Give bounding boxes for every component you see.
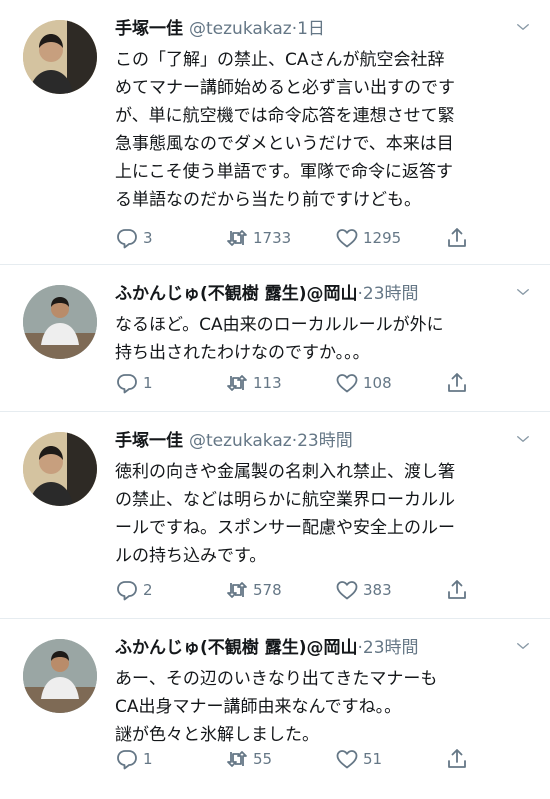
- tweet[interactable]: ふかんじゅ(不観樹 露生)@岡山 · 23時間 なるほど。CA由来のローカルルー…: [0, 265, 550, 412]
- retweet-icon: [225, 371, 249, 395]
- retweet-icon: [225, 578, 249, 602]
- avatar-image: [23, 20, 97, 94]
- avatar[interactable]: [23, 432, 97, 506]
- avatar[interactable]: [23, 285, 97, 359]
- share-icon: [445, 371, 469, 395]
- like-count: 108: [363, 374, 392, 392]
- like-count: 1295: [363, 229, 402, 247]
- author-name[interactable]: ふかんじゅ(不観樹 露生)@岡山: [115, 279, 357, 304]
- reply-icon: [115, 747, 139, 771]
- reply-count: 3: [143, 229, 153, 247]
- tweet-text: あー、その辺のいきなり出てきたマナーも CA出身マナー講師由来なんですね。。 謎…: [115, 669, 438, 745]
- like-button[interactable]: 51: [335, 747, 445, 771]
- heart-icon: [335, 578, 359, 602]
- retweet-button[interactable]: 55: [225, 747, 335, 771]
- like-button[interactable]: 1295: [335, 226, 445, 250]
- tweet[interactable]: 手塚一佳 @tezukakaz · 1日 この「了解」の禁止、CAさんが航空会社…: [0, 0, 550, 265]
- reply-button[interactable]: 2: [115, 578, 225, 602]
- reply-button[interactable]: 1: [115, 371, 225, 395]
- author-name[interactable]: ふかんじゅ(不観樹 露生)@岡山: [115, 633, 357, 658]
- reply-icon: [115, 226, 139, 250]
- tweet-header: ふかんじゅ(不観樹 露生)@岡山 · 23時間: [115, 279, 532, 309]
- share-button[interactable]: [445, 226, 485, 250]
- like-count: 51: [363, 750, 383, 768]
- avatar[interactable]: [23, 639, 97, 713]
- chevron-down-icon[interactable]: [514, 430, 532, 448]
- retweet-button[interactable]: 113: [225, 371, 335, 395]
- reply-count: 1: [143, 750, 153, 768]
- reply-count: 2: [143, 581, 153, 599]
- avatar[interactable]: [23, 20, 97, 94]
- tweet-text: この「了解」の禁止、CAさんが航空会社辞 めてマナー講師始めると必ず言い出すので…: [115, 50, 455, 210]
- tweet-actions: 1 113 108: [115, 371, 515, 395]
- tweet-header: 手塚一佳 @tezukakaz · 23時間: [115, 426, 532, 456]
- reply-button[interactable]: 3: [115, 226, 225, 250]
- share-icon: [445, 747, 469, 771]
- author-handle[interactable]: @tezukakaz: [189, 19, 292, 39]
- tweet[interactable]: 手塚一佳 @tezukakaz · 23時間 徳利の向きや金属製の名刺入れ禁止、…: [0, 412, 550, 619]
- avatar-image: [23, 285, 97, 359]
- tweet-header: 手塚一佳 @tezukakaz · 1日: [115, 14, 532, 44]
- retweet-button[interactable]: 578: [225, 578, 335, 602]
- retweet-icon: [225, 226, 249, 250]
- heart-icon: [335, 747, 359, 771]
- share-icon: [445, 578, 469, 602]
- avatar-image: [23, 639, 97, 713]
- retweet-count: 578: [253, 581, 282, 599]
- retweet-icon: [225, 747, 249, 771]
- tweet-text: 徳利の向きや金属製の名刺入れ禁止、渡し箸 の禁止、などは明らかに航空業界ローカル…: [115, 462, 455, 566]
- like-button[interactable]: 383: [335, 578, 445, 602]
- tweet-actions: 3 1733 1295: [115, 226, 515, 250]
- avatar-image: [23, 432, 97, 506]
- retweet-count: 113: [253, 374, 282, 392]
- tweet-text: なるほど。CA由来のローカルルールが外に 持ち出されたわけなのですか。。。: [115, 315, 444, 363]
- timestamp[interactable]: 23時間: [297, 426, 353, 451]
- retweet-button[interactable]: 1733: [225, 226, 335, 250]
- share-button[interactable]: [445, 578, 485, 602]
- chevron-down-icon[interactable]: [514, 283, 532, 301]
- like-count: 383: [363, 581, 392, 599]
- tweet-header: ふかんじゅ(不観樹 露生)@岡山 · 23時間: [115, 633, 532, 663]
- author-name[interactable]: 手塚一佳: [115, 426, 183, 451]
- timestamp[interactable]: 23時間: [363, 279, 419, 304]
- author-name[interactable]: 手塚一佳: [115, 14, 183, 39]
- chevron-down-icon[interactable]: [514, 18, 532, 36]
- author-handle[interactable]: @tezukakaz: [189, 431, 292, 451]
- reply-button[interactable]: 1: [115, 747, 225, 771]
- heart-icon: [335, 226, 359, 250]
- reply-icon: [115, 371, 139, 395]
- tweet-actions: 2 578 383: [115, 578, 515, 602]
- share-icon: [445, 226, 469, 250]
- share-button[interactable]: [445, 371, 485, 395]
- timestamp[interactable]: 1日: [297, 14, 325, 39]
- retweet-count: 55: [253, 750, 273, 768]
- chevron-down-icon[interactable]: [514, 637, 532, 655]
- share-button[interactable]: [445, 747, 485, 771]
- like-button[interactable]: 108: [335, 371, 445, 395]
- tweet-actions: 1 55 51: [115, 747, 515, 771]
- reply-count: 1: [143, 374, 153, 392]
- retweet-count: 1733: [253, 229, 292, 247]
- timestamp[interactable]: 23時間: [363, 633, 419, 658]
- tweet[interactable]: ふかんじゅ(不観樹 露生)@岡山 · 23時間 あー、その辺のいきなり出てきたマ…: [0, 619, 550, 799]
- heart-icon: [335, 371, 359, 395]
- reply-icon: [115, 578, 139, 602]
